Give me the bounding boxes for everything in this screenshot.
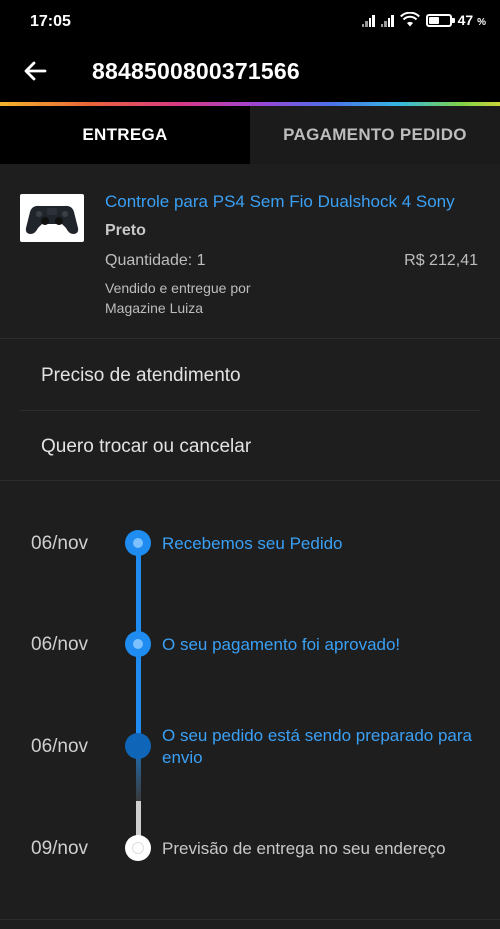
status-bar: 17:05 47 % bbox=[0, 0, 500, 44]
status-icons: 47 % bbox=[361, 12, 486, 28]
timeline-date: 06/nov bbox=[31, 736, 89, 757]
timeline-step-text: O seu pedido está sendo preparado para e… bbox=[162, 726, 473, 767]
sold-by-label: Vendido e entregue por bbox=[105, 280, 251, 296]
support-button[interactable]: Preciso de atendimento bbox=[20, 341, 480, 411]
order-number-title: 8848500800371566 bbox=[92, 58, 300, 84]
delivery-timeline: 06/nov Recebemos seu Pedido 06/nov O seu… bbox=[0, 481, 500, 919]
timeline-step-text: Previsão de entrega no seu endereço bbox=[162, 839, 446, 858]
gamepad-icon bbox=[25, 205, 79, 234]
timeline-dot-done bbox=[125, 530, 151, 556]
tab-entrega[interactable]: ENTREGA bbox=[0, 106, 250, 164]
signal-icon-2 bbox=[380, 13, 394, 27]
signal-icon bbox=[361, 13, 375, 27]
product-color: Preto bbox=[105, 222, 146, 239]
battery-icon bbox=[425, 13, 455, 27]
timeline-dot-current bbox=[125, 733, 151, 759]
tab-pagamento-pedido[interactable]: PAGAMENTO PEDIDO bbox=[250, 106, 500, 164]
timeline-dot-done bbox=[125, 631, 151, 657]
app-bar: 8848500800371566 bbox=[0, 44, 500, 102]
product-card: Controle para PS4 Sem Fio Dualshock 4 So… bbox=[0, 164, 500, 339]
product-image[interactable] bbox=[20, 194, 84, 242]
support-label: Preciso de atendimento bbox=[41, 364, 241, 386]
product-quantity: Quantidade: 1 bbox=[105, 252, 206, 269]
battery-percent: 47 % bbox=[457, 12, 486, 28]
exchange-cancel-button[interactable]: Quero trocar ou cancelar bbox=[20, 412, 480, 482]
seller-name: Magazine Luiza bbox=[105, 300, 204, 316]
product-price: R$ 212,41 bbox=[404, 252, 478, 269]
timeline-date: 06/nov bbox=[31, 533, 89, 554]
timeline-dot-future bbox=[125, 835, 151, 861]
wifi-icon bbox=[399, 12, 420, 27]
tab-bar: ENTREGA PAGAMENTO PEDIDO bbox=[0, 106, 500, 164]
timeline-step-text: O seu pagamento foi aprovado! bbox=[162, 635, 401, 654]
timeline-date: 06/nov bbox=[31, 634, 89, 655]
status-time: 17:05 bbox=[30, 13, 71, 30]
arrow-left-icon[interactable] bbox=[20, 56, 50, 86]
bottom-divider bbox=[0, 919, 500, 920]
product-name-link[interactable]: Controle para PS4 Sem Fio Dualshock 4 So… bbox=[105, 192, 455, 212]
timeline-date: 09/nov bbox=[31, 838, 89, 859]
timeline-step-text: Recebemos seu Pedido bbox=[162, 534, 343, 553]
exchange-cancel-label: Quero trocar ou cancelar bbox=[41, 436, 252, 457]
